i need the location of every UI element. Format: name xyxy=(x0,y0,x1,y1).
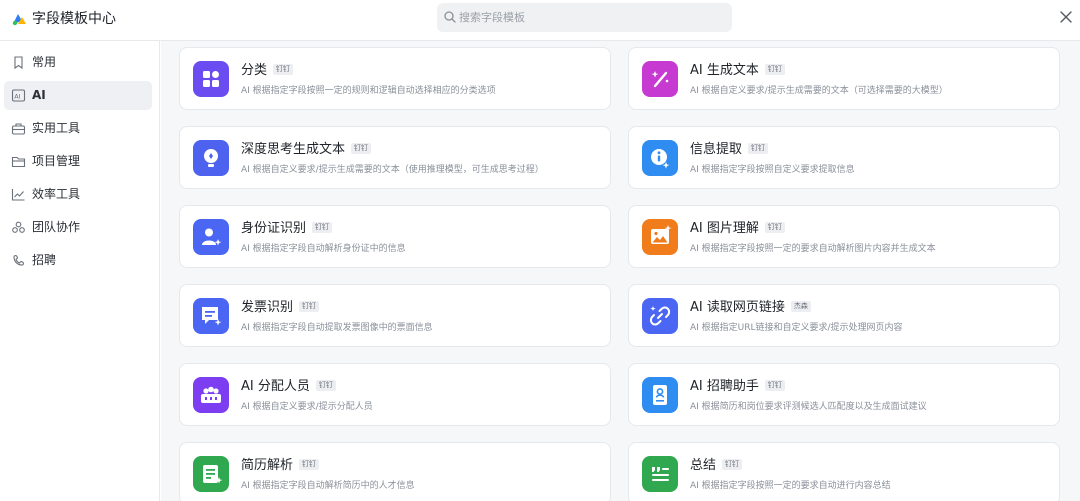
template-title: AI 读取网页链接 杰森 xyxy=(690,299,811,317)
app-title: 字段模板中心 xyxy=(32,11,116,27)
template-title: 身份证识别 钉钉 xyxy=(241,220,333,238)
source-badge: 钉钉 xyxy=(764,222,785,233)
summary-icon xyxy=(642,456,678,492)
template-card-invoice[interactable]: 发票识别 钉钉 AI 根据指定字段自动提取发票图像中的票面信息 xyxy=(179,284,611,347)
magic-wand-icon xyxy=(642,61,678,97)
source-badge: 钉钉 xyxy=(764,380,785,391)
template-card-ai-assign[interactable]: AI 分配人员 钉钉 AI 根据自定义要求/提示分配人员 xyxy=(179,363,611,426)
sidebar: 常用 AI AI 实用工具 项目管理 效率工具 团队协作 招聘 xyxy=(0,41,160,501)
template-description: AI 根据指定字段按照一定的要求自动进行内容总结 xyxy=(690,481,891,491)
resume-icon xyxy=(193,456,229,492)
sidebar-item-common[interactable]: 常用 xyxy=(4,48,152,77)
template-card-ai-recruit[interactable]: AI 招聘助手 钉钉 AI 根据简历和岗位要求评测候选人匹配度以及生成面试建议 xyxy=(628,363,1060,426)
sidebar-item-ai[interactable]: AI AI xyxy=(4,81,152,110)
source-badge: 钉钉 xyxy=(722,459,743,470)
template-card-ai-read-link[interactable]: AI 读取网页链接 杰森 AI 根据指定URL链接和自定义要求/提示处理网页内容 xyxy=(628,284,1060,347)
search-input[interactable] xyxy=(459,3,724,32)
template-card-ai-image[interactable]: AI 图片理解 钉钉 AI 根据指定字段按照一定的要求自动解析图片内容并生成文本 xyxy=(628,205,1060,268)
sidebar-item-label: 实用工具 xyxy=(32,121,81,135)
template-title: 分类 钉钉 xyxy=(241,62,294,80)
image-icon xyxy=(642,219,678,255)
source-badge: 钉钉 xyxy=(351,143,372,154)
template-description: AI 根据简历和岗位要求评测候选人匹配度以及生成面试建议 xyxy=(690,402,927,412)
close-icon[interactable] xyxy=(1058,9,1074,25)
template-title: AI 招聘助手 钉钉 xyxy=(690,378,785,396)
svg-text:AI: AI xyxy=(14,93,20,101)
template-card-id-card[interactable]: 身份证识别 钉钉 AI 根据指定字段自动解析身份证中的信息 xyxy=(179,205,611,268)
sidebar-item-tools[interactable]: 实用工具 xyxy=(4,114,152,143)
source-badge: 杰森 xyxy=(790,301,811,312)
sidebar-item-efficiency[interactable]: 效率工具 xyxy=(4,180,152,209)
template-description: AI 根据指定字段按照一定的要求自动解析图片内容并生成文本 xyxy=(690,244,936,254)
source-badge: 钉钉 xyxy=(764,64,785,75)
recruit-assistant-icon xyxy=(642,377,678,413)
id-card-icon xyxy=(193,219,229,255)
template-title: 信息提取 钉钉 xyxy=(690,141,769,159)
assign-people-icon xyxy=(193,377,229,413)
sidebar-item-label: 招聘 xyxy=(32,253,57,267)
template-card-ai-generate-text[interactable]: AI 生成文本 钉钉 AI 根据自定义要求/提示生成需要的文本（可选择需要的大模型… xyxy=(628,47,1060,110)
search-icon xyxy=(444,11,456,23)
template-description: AI 根据自定义要求/提示分配人员 xyxy=(241,402,373,412)
bookmark-icon xyxy=(14,56,23,70)
template-description: AI 根据指定字段按照一定的规则和逻辑自动选择相应的分类选项 xyxy=(241,86,496,96)
source-badge: 钉钉 xyxy=(299,459,320,470)
source-badge: 钉钉 xyxy=(299,301,320,312)
template-card-info-extract[interactable]: 信息提取 钉钉 AI 根据指定字段按照自定义要求提取信息 xyxy=(628,126,1060,189)
sidebar-item-label: AI xyxy=(32,88,46,102)
folder-icon xyxy=(11,156,26,168)
app-logo-icon xyxy=(12,14,26,26)
template-description: AI 根据自定义要求/提示生成需要的文本（使用推理模型，可生成思考过程） xyxy=(241,165,544,175)
source-badge: 钉钉 xyxy=(315,380,336,391)
source-badge: 钉钉 xyxy=(312,222,333,233)
template-card-summary[interactable]: 总结 钉钉 AI 根据指定字段按照一定的要求自动进行内容总结 xyxy=(628,442,1060,501)
template-card-resume[interactable]: 简历解析 钉钉 AI 根据指定字段自动解析简历中的人才信息 xyxy=(179,442,611,501)
sidebar-item-project[interactable]: 项目管理 xyxy=(4,147,152,176)
template-title: 简历解析 钉钉 xyxy=(241,457,320,475)
search-box[interactable] xyxy=(437,3,732,32)
sidebar-item-label: 效率工具 xyxy=(32,187,81,201)
header: 字段模板中心 xyxy=(0,0,1080,41)
sidebar-item-label: 常用 xyxy=(32,55,57,69)
template-description: AI 根据自定义要求/提示生成需要的文本（可选择需要的大模型） xyxy=(690,86,948,96)
recruit-icon xyxy=(13,255,24,266)
source-badge: 钉钉 xyxy=(273,64,294,75)
template-title: 总结 钉钉 xyxy=(690,457,743,475)
info-icon xyxy=(642,140,678,176)
category-icon xyxy=(193,61,229,97)
template-title: 深度思考生成文本 钉钉 xyxy=(241,141,372,159)
source-badge: 钉钉 xyxy=(748,143,769,154)
template-grid: 分类 钉钉 AI 根据指定字段按照一定的规则和逻辑自动选择相应的分类选项 AI 生… xyxy=(161,41,1080,501)
toolbox-icon xyxy=(11,123,26,135)
link-icon xyxy=(642,298,678,334)
template-description: AI 根据指定字段自动提取发票图像中的票面信息 xyxy=(241,323,433,333)
sidebar-item-recruit[interactable]: 招聘 xyxy=(4,246,152,275)
ai-icon: AI xyxy=(11,89,26,102)
team-icon xyxy=(12,221,25,233)
template-card-deep-thinking[interactable]: 深度思考生成文本 钉钉 AI 根据自定义要求/提示生成需要的文本（使用推理模型，可… xyxy=(179,126,611,189)
template-description: AI 根据指定字段自动解析简历中的人才信息 xyxy=(241,481,415,491)
invoice-icon xyxy=(193,298,229,334)
template-card-classify[interactable]: 分类 钉钉 AI 根据指定字段按照一定的规则和逻辑自动选择相应的分类选项 xyxy=(179,47,611,110)
template-description: AI 根据指定字段自动解析身份证中的信息 xyxy=(241,244,406,254)
template-description: AI 根据指定URL链接和自定义要求/提示处理网页内容 xyxy=(690,323,903,333)
sidebar-item-team[interactable]: 团队协作 xyxy=(4,213,152,242)
template-description: AI 根据指定字段按照自定义要求提取信息 xyxy=(690,165,855,175)
lightbulb-icon xyxy=(193,140,229,176)
sidebar-item-label: 团队协作 xyxy=(32,220,81,234)
template-title: AI 图片理解 钉钉 xyxy=(690,220,785,238)
trend-icon xyxy=(11,189,25,201)
template-title: 发票识别 钉钉 xyxy=(241,299,320,317)
template-title: AI 分配人员 钉钉 xyxy=(241,378,336,396)
sidebar-item-label: 项目管理 xyxy=(32,154,81,168)
template-title: AI 生成文本 钉钉 xyxy=(690,62,785,80)
